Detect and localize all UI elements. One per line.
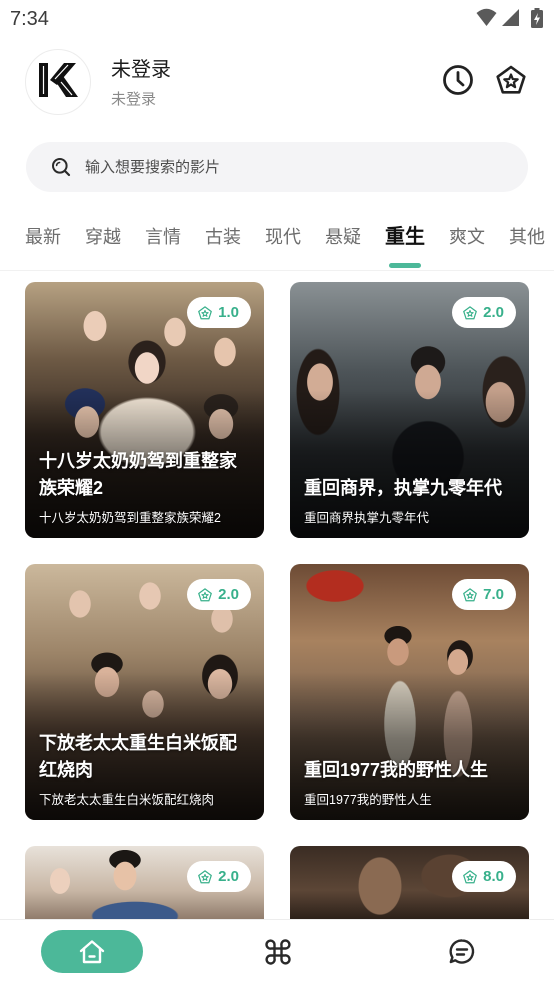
tab-indicator [389, 263, 421, 268]
rating-value: 7.0 [483, 586, 504, 603]
tab-modern[interactable]: 现代 [265, 222, 301, 252]
tabs-divider [0, 270, 554, 271]
tab-label: 其他 [509, 227, 545, 247]
avatar[interactable] [25, 49, 91, 115]
drama-card[interactable]: 8.0 [290, 846, 529, 920]
rating-value: 1.0 [218, 304, 239, 321]
favorites-button[interactable] [494, 65, 528, 99]
rating-badge: 8.0 [452, 861, 516, 892]
favorites-star-icon [494, 63, 528, 102]
tab-latest[interactable]: 最新 [25, 222, 61, 252]
status-time: 7:34 [10, 8, 49, 30]
tab-label: 穿越 [85, 227, 121, 247]
rating-star-icon [462, 305, 478, 321]
search-input[interactable] [85, 142, 505, 192]
bottom-nav [0, 919, 554, 984]
card-title: 下放老太太重生白米饭配红烧肉 [39, 733, 237, 780]
tab-label: 爽文 [449, 227, 485, 247]
tab-costume[interactable]: 古装 [205, 222, 241, 252]
drama-card[interactable]: 2.0 [25, 846, 264, 920]
nav-home[interactable] [41, 930, 143, 973]
drama-card[interactable]: 2.0 下放老太太重生白米饭配红烧肉 下放老太太重生白米饭配红烧肉 [25, 564, 264, 820]
search-bar[interactable] [26, 142, 528, 192]
tab-label: 最新 [25, 227, 61, 247]
tab-other[interactable]: 其他 [509, 222, 545, 252]
tab-time-travel[interactable]: 穿越 [85, 222, 121, 252]
message-icon [447, 937, 477, 967]
card-subtitle: 下放老太太重生白米饭配红烧肉 [39, 793, 215, 807]
rating-value: 2.0 [218, 868, 239, 885]
rating-badge: 2.0 [187, 861, 251, 892]
tab-label: 现代 [265, 227, 301, 247]
tab-label: 言情 [145, 227, 181, 247]
tab-label: 古装 [205, 227, 241, 247]
rating-value: 8.0 [483, 868, 504, 885]
search-icon [51, 157, 71, 177]
rating-badge: 7.0 [452, 579, 516, 610]
card-title: 重回商界，执掌九零年代 [304, 478, 502, 498]
card-subtitle: 重回1977我的野性人生 [304, 793, 432, 807]
rating-badge: 2.0 [452, 297, 516, 328]
rating-star-icon [462, 869, 478, 885]
drama-card[interactable]: 2.0 重回商界，执掌九零年代 重回商界执掌九零年代 [290, 282, 529, 538]
nav-messages[interactable] [440, 930, 483, 973]
nav-category[interactable] [256, 930, 299, 973]
drama-card[interactable]: 1.0 十八岁太奶奶驾到重整家族荣耀2 十八岁太奶奶驾到重整家族荣耀2 [25, 282, 264, 538]
card-title: 重回1977我的野性人生 [304, 760, 489, 780]
drama-grid: 1.0 十八岁太奶奶驾到重整家族荣耀2 十八岁太奶奶驾到重整家族荣耀2 2.0 … [25, 282, 529, 920]
card-subtitle: 重回商界执掌九零年代 [304, 511, 430, 525]
profile-status: 未登录 [111, 91, 157, 108]
tab-mystery[interactable]: 悬疑 [325, 222, 361, 252]
tab-satisfying[interactable]: 爽文 [449, 222, 485, 252]
history-button[interactable] [441, 63, 475, 102]
drama-card[interactable]: 7.0 重回1977我的野性人生 重回1977我的野性人生 [290, 564, 529, 820]
rating-star-icon [197, 869, 213, 885]
tab-label: 重生 [385, 226, 425, 248]
rating-badge: 1.0 [187, 297, 251, 328]
history-clock-icon [441, 63, 475, 102]
rating-star-icon [197, 305, 213, 321]
app-logo [36, 60, 80, 105]
tab-rebirth[interactable]: 重生 [385, 222, 425, 268]
rating-value: 2.0 [218, 586, 239, 603]
tab-romance[interactable]: 言情 [145, 222, 181, 252]
card-title: 十八岁太奶奶驾到重整家族荣耀2 [39, 451, 237, 498]
home-icon [77, 937, 107, 967]
profile-name[interactable]: 未登录 [111, 56, 171, 84]
rating-star-icon [462, 587, 478, 603]
category-tabs: 最新 穿越 言情 古装 现代 悬疑 重生 爽文 其他 [25, 222, 545, 268]
rating-badge: 2.0 [187, 579, 251, 610]
rating-star-icon [197, 587, 213, 603]
card-subtitle: 十八岁太奶奶驾到重整家族荣耀2 [39, 511, 221, 525]
battery-charging-icon [531, 8, 543, 33]
rating-value: 2.0 [483, 304, 504, 321]
wifi-icon [476, 8, 497, 32]
tab-label: 悬疑 [325, 227, 361, 247]
signal-icon [502, 8, 520, 32]
category-icon [263, 937, 293, 967]
